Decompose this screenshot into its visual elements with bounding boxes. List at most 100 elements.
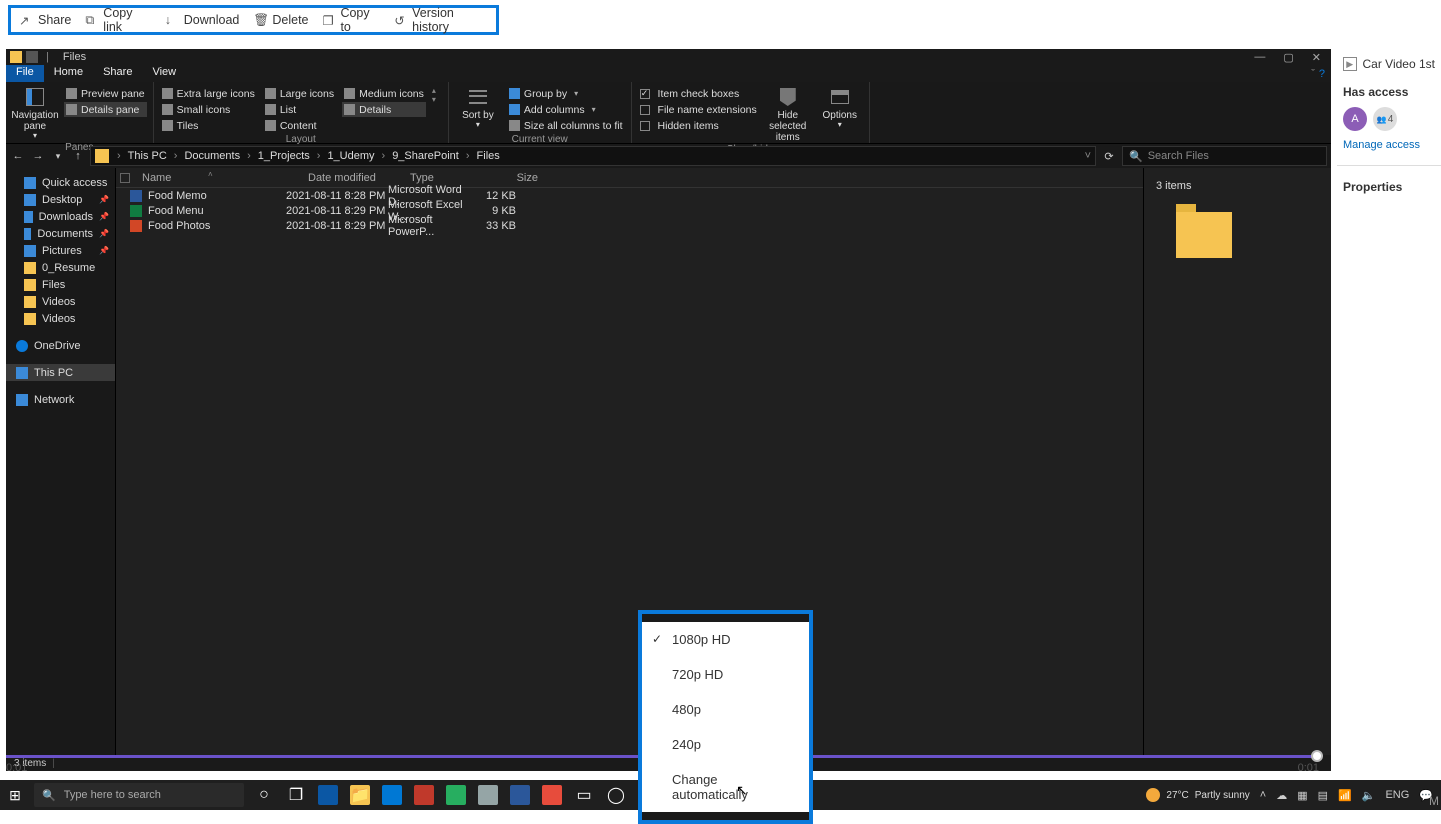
hidden-items-toggle[interactable]: Hidden items	[638, 118, 759, 133]
task-view-icon[interactable]: ❐	[286, 785, 306, 805]
tray-icon-1[interactable]: ▦	[1297, 789, 1307, 802]
sidebar-item-network[interactable]: Network	[6, 391, 115, 408]
content-button[interactable]: Content	[263, 118, 336, 133]
app-icon-1[interactable]	[414, 785, 434, 805]
sidebar-item-resume[interactable]: 0_Resume	[6, 259, 115, 276]
add-columns-button[interactable]: Add columns	[507, 102, 625, 117]
store-icon[interactable]	[382, 785, 402, 805]
preview-pane-button[interactable]: Preview pane	[64, 86, 147, 101]
layout-group-label: Layout	[160, 133, 442, 145]
large-icons-button[interactable]: Large icons	[263, 86, 336, 101]
tab-file[interactable]: File	[6, 65, 44, 82]
taskbar-search[interactable]: 🔍 Type here to search	[34, 783, 244, 807]
details-pane-button[interactable]: Details pane	[64, 102, 147, 117]
sidebar-item-videos-1[interactable]: Videos	[6, 293, 115, 310]
app-icon-3[interactable]	[478, 785, 498, 805]
navigation-sidebar: Quick access Desktop Downloads Documents…	[6, 168, 116, 755]
app-icon-4[interactable]	[510, 785, 530, 805]
sidebar-item-desktop[interactable]: Desktop	[6, 191, 115, 208]
extra-large-icons-button[interactable]: Extra large icons	[160, 86, 257, 101]
file-row[interactable]: Food Menu 2021-08-11 8:29 PM Microsoft E…	[116, 203, 1143, 218]
edge-icon[interactable]	[318, 785, 338, 805]
download-button[interactable]: ↓Download	[165, 13, 240, 27]
chrome-icon[interactable]: ◯	[606, 785, 626, 805]
tab-home[interactable]: Home	[44, 65, 93, 82]
close-button[interactable]: ✕	[1312, 51, 1321, 64]
layout-more-button[interactable]: ▾	[432, 95, 442, 104]
small-icons-button[interactable]: Small icons	[160, 102, 257, 117]
tray-chevron-icon[interactable]: ˄	[1260, 789, 1266, 801]
manage-access-link[interactable]: Manage access	[1343, 139, 1435, 151]
hide-selected-button[interactable]: Hide selected items	[765, 86, 811, 143]
play-icon: ▶	[1343, 57, 1357, 71]
sidebar-item-videos-2[interactable]: Videos	[6, 310, 115, 327]
recent-button[interactable]: ▾	[50, 151, 66, 162]
progress-knob[interactable]	[1311, 750, 1323, 762]
language-indicator[interactable]: ENG	[1385, 789, 1409, 801]
back-button[interactable]: ←	[10, 150, 26, 162]
tiles-button[interactable]: Tiles	[160, 118, 257, 133]
copy-to-button[interactable]: ❐Copy to	[323, 6, 381, 34]
file-row[interactable]: Food Memo 2021-08-11 8:28 PM Microsoft W…	[116, 188, 1143, 203]
quality-240p[interactable]: 240p	[642, 727, 809, 762]
column-type[interactable]: Type	[410, 172, 490, 184]
medium-icons-button[interactable]: Medium icons	[342, 86, 426, 101]
select-all-checkbox[interactable]	[120, 173, 130, 183]
collapse-ribbon-icon[interactable]: ˇ	[1311, 68, 1315, 80]
volume-icon[interactable]: 🔈	[1362, 789, 1376, 802]
delete-button[interactable]: 🗑Delete	[253, 13, 308, 27]
refresh-button[interactable]: ⟳	[1100, 150, 1118, 163]
tab-view[interactable]: View	[142, 65, 186, 82]
breadcrumb[interactable]: This PC Documents 1_Projects 1_Udemy 9_S…	[90, 146, 1096, 166]
copy-link-button[interactable]: ⧉Copy link	[85, 6, 150, 34]
app-icon-5[interactable]	[542, 785, 562, 805]
tray-icon-2[interactable]: ▤	[1318, 789, 1328, 802]
up-button[interactable]: ↑	[70, 150, 86, 162]
search-input[interactable]: 🔍 Search Files	[1122, 146, 1327, 166]
breadcrumb-dropdown[interactable]: ˅	[1085, 150, 1091, 162]
size-all-columns-button[interactable]: Size all columns to fit	[507, 118, 625, 133]
column-name[interactable]: Name˄	[138, 172, 308, 184]
sidebar-item-documents[interactable]: Documents	[6, 225, 115, 242]
item-checkboxes-toggle[interactable]: ✓Item check boxes	[638, 86, 759, 101]
navigation-pane-button[interactable]: Navigation pane▾	[12, 86, 58, 141]
sidebar-item-pictures[interactable]: Pictures	[6, 242, 115, 259]
options-button[interactable]: Options▾	[817, 86, 863, 130]
tab-share[interactable]: Share	[93, 65, 142, 82]
details-view-button[interactable]: Details	[342, 102, 426, 117]
sidebar-item-files[interactable]: Files	[6, 276, 115, 293]
avatar[interactable]: A	[1343, 107, 1367, 131]
quality-720p[interactable]: 720p HD	[642, 657, 809, 692]
cortana-icon[interactable]: ○	[254, 785, 274, 805]
sidebar-item-onedrive[interactable]: OneDrive	[6, 337, 115, 354]
minimize-button[interactable]: —	[1254, 51, 1265, 64]
onedrive-tray-icon[interactable]: ☁	[1276, 789, 1287, 802]
sharepoint-details-panel: ▶ Car Video 1st Has access A 👥4 Manage a…	[1337, 49, 1441, 269]
sidebar-item-this-pc[interactable]: This PC	[6, 364, 115, 381]
window-title: Files	[63, 51, 86, 63]
quality-auto[interactable]: Change automatically	[642, 762, 809, 812]
column-size[interactable]: Size	[490, 172, 548, 184]
explorer-icon[interactable]: 📁	[350, 785, 370, 805]
sidebar-item-downloads[interactable]: Downloads	[6, 208, 115, 225]
quality-1080p[interactable]: 1080p HD	[642, 622, 809, 657]
maximize-button[interactable]: ▢	[1283, 51, 1293, 64]
help-icon[interactable]: ?	[1319, 68, 1325, 80]
access-count-badge[interactable]: 👥4	[1373, 107, 1397, 131]
app-icon-6[interactable]: ▭	[574, 785, 594, 805]
weather-widget[interactable]: 27°C Partly sunny	[1146, 788, 1249, 802]
sidebar-item-quick-access[interactable]: Quick access	[6, 174, 115, 191]
version-history-button[interactable]: ↺Version history	[394, 6, 488, 34]
wifi-icon[interactable]: 📶	[1338, 789, 1352, 802]
sort-by-button[interactable]: Sort by▾	[455, 86, 501, 130]
column-date[interactable]: Date modified	[308, 172, 410, 184]
list-button[interactable]: List	[263, 102, 336, 117]
quality-480p[interactable]: 480p	[642, 692, 809, 727]
app-icon-2[interactable]	[446, 785, 466, 805]
forward-button[interactable]: →	[30, 150, 46, 162]
start-button[interactable]: ⊞	[0, 780, 30, 810]
file-extensions-toggle[interactable]: File name extensions	[638, 102, 759, 117]
share-button[interactable]: ↗Share	[19, 13, 71, 27]
file-row[interactable]: Food Photos 2021-08-11 8:29 PM Microsoft…	[116, 218, 1143, 233]
group-by-button[interactable]: Group by	[507, 86, 625, 101]
